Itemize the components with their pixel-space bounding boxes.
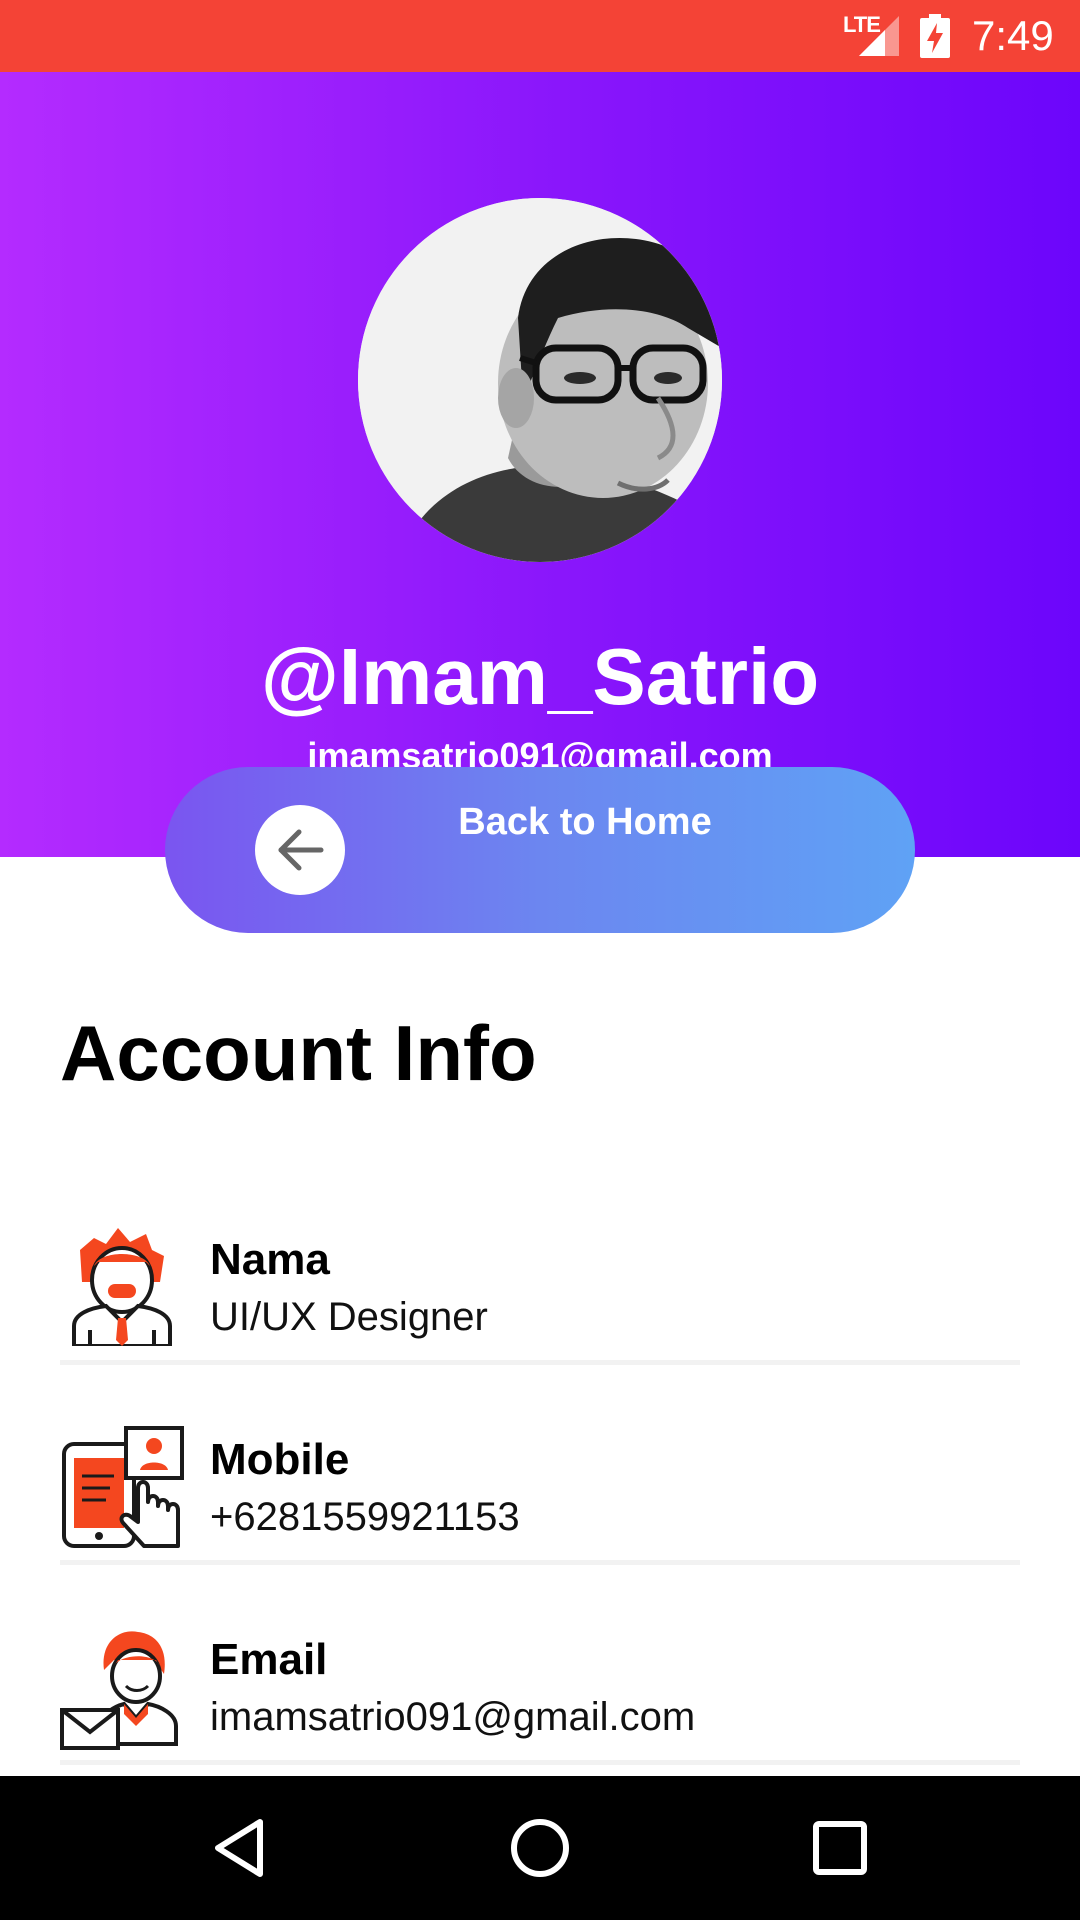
profile-username: @Imam_Satrio bbox=[260, 632, 820, 721]
account-info-title: Account Info bbox=[60, 1009, 537, 1097]
back-arrow-circle bbox=[255, 805, 345, 895]
recents-icon[interactable] bbox=[804, 1812, 876, 1884]
mobile-touch-icon bbox=[62, 1426, 184, 1548]
profile-avatar bbox=[358, 198, 722, 562]
row-divider bbox=[60, 1560, 1020, 1565]
arrow-left-icon bbox=[278, 829, 324, 871]
signal-icon bbox=[859, 16, 899, 56]
status-bar: LTE 7:49 bbox=[0, 0, 1080, 72]
back-icon[interactable] bbox=[204, 1812, 276, 1884]
battery-charging-icon bbox=[920, 14, 950, 58]
system-navigation-bar bbox=[0, 1776, 1080, 1920]
back-to-home-label: Back to Home bbox=[458, 801, 712, 843]
info-label: Nama bbox=[210, 1235, 330, 1284]
info-value: +6281559921153 bbox=[210, 1495, 520, 1539]
info-row-mobile: Mobile +6281559921153 bbox=[60, 1422, 1020, 1622]
designer-person-icon bbox=[72, 1228, 172, 1346]
home-icon[interactable] bbox=[504, 1812, 576, 1884]
info-row-nama: Nama UI/UX Designer bbox=[60, 1222, 1020, 1422]
info-label: Email bbox=[210, 1635, 328, 1684]
info-value: UI/UX Designer bbox=[210, 1295, 488, 1339]
row-divider bbox=[60, 1760, 1020, 1765]
back-to-home-button[interactable]: Back to Home bbox=[165, 767, 915, 933]
row-divider bbox=[60, 1360, 1020, 1365]
avatar-photo bbox=[358, 198, 722, 562]
email-person-icon bbox=[60, 1631, 178, 1750]
profile-header: @Imam_Satrio imamsatrio091@gmail.com bbox=[0, 72, 1080, 857]
info-label: Mobile bbox=[210, 1435, 350, 1484]
info-value: imamsatrio091@gmail.com bbox=[210, 1695, 696, 1739]
status-time: 7:49 bbox=[972, 12, 1054, 59]
